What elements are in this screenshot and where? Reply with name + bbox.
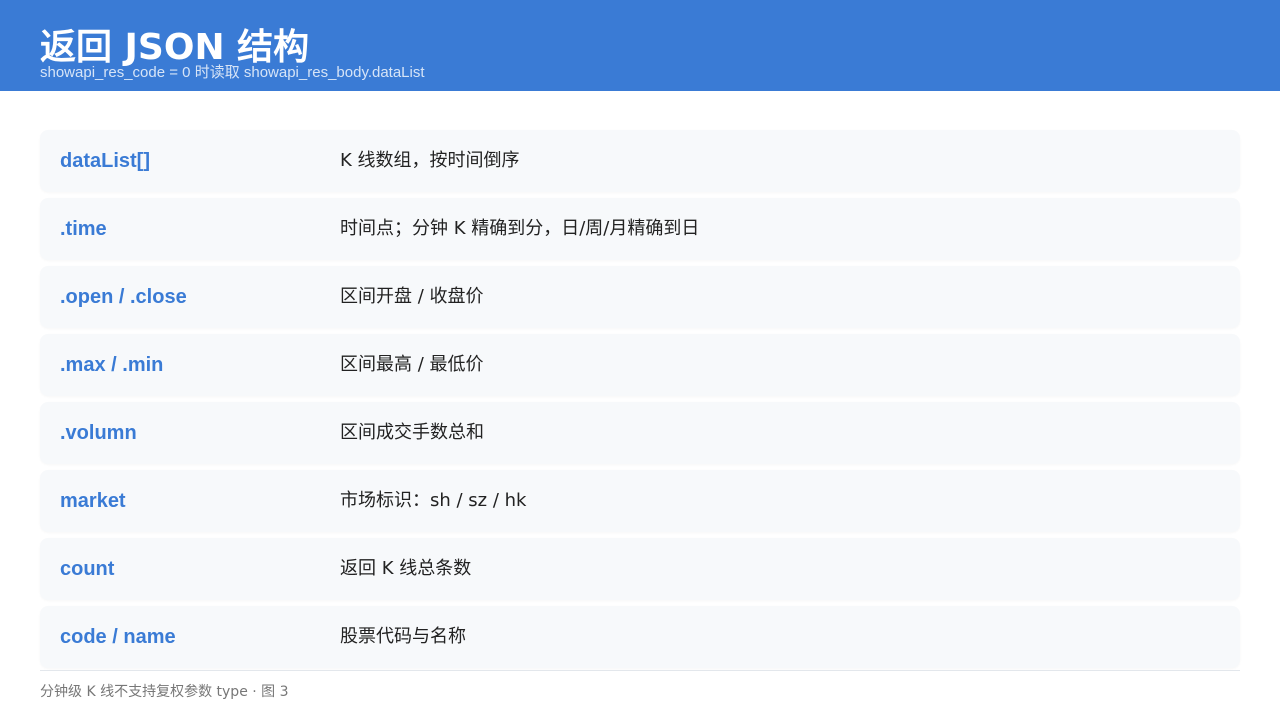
- field-name: count: [60, 558, 115, 580]
- field-name: .time: [60, 218, 107, 240]
- field-name: code / name: [60, 626, 176, 648]
- field-description: 返回 K 线总条数: [340, 558, 472, 579]
- table-row: .max / .min 区间最高 / 最低价: [40, 334, 1240, 396]
- field-name: market: [60, 490, 126, 512]
- field-table: dataList[] K 线数组，按时间倒序 .time 时间点；分钟 K 精确…: [40, 130, 1240, 674]
- field-name: .open / .close: [60, 286, 187, 308]
- table-row: .volumn 区间成交手数总和: [40, 402, 1240, 464]
- table-row: market 市场标识：sh / sz / hk: [40, 470, 1240, 532]
- field-description: 股票代码与名称: [340, 626, 466, 647]
- footer-note: 分钟级 K 线不支持复权参数 type · 图 3: [40, 684, 289, 700]
- header-bar: 返回 JSON 结构 showapi_res_code = 0 时读取 show…: [0, 0, 1280, 91]
- field-description: K 线数组，按时间倒序: [340, 150, 520, 171]
- field-description: 区间成交手数总和: [340, 422, 484, 443]
- table-row: .open / .close 区间开盘 / 收盘价: [40, 266, 1240, 328]
- field-description: 市场标识：sh / sz / hk: [340, 490, 527, 511]
- field-description: 区间开盘 / 收盘价: [340, 286, 484, 307]
- field-name: dataList[]: [60, 150, 150, 172]
- table-row: dataList[] K 线数组，按时间倒序: [40, 130, 1240, 192]
- table-row: count 返回 K 线总条数: [40, 538, 1240, 600]
- field-description: 区间最高 / 最低价: [340, 354, 484, 375]
- page-subtitle: showapi_res_code = 0 时读取 showapi_res_bod…: [40, 64, 425, 81]
- field-description: 时间点；分钟 K 精确到分，日/周/月精确到日: [340, 218, 700, 239]
- table-row: code / name 股票代码与名称: [40, 606, 1240, 668]
- footer-divider: [40, 670, 1240, 671]
- field-name: .max / .min: [60, 354, 164, 376]
- field-name: .volumn: [60, 422, 137, 444]
- table-row: .time 时间点；分钟 K 精确到分，日/周/月精确到日: [40, 198, 1240, 260]
